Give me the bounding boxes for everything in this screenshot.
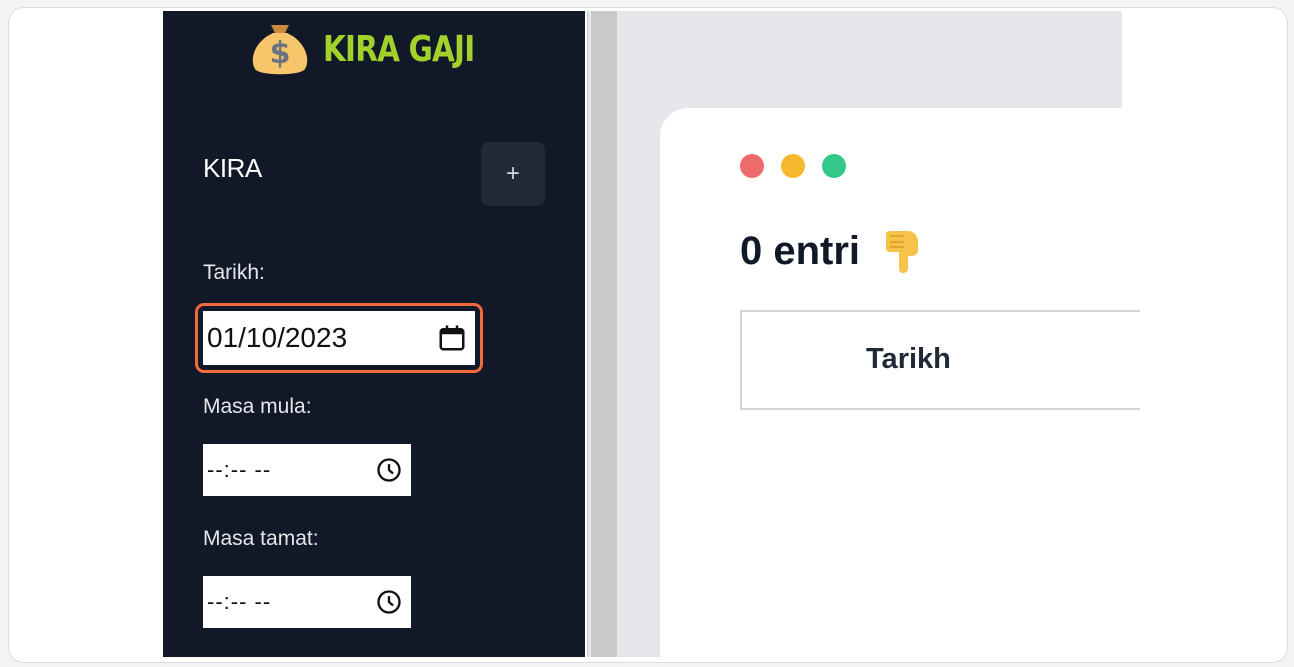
calendar-icon[interactable]	[437, 323, 467, 353]
date-label: Tarikh:	[203, 261, 265, 284]
start-time-value: --:-- --	[207, 457, 272, 482]
start-time-field[interactable]: --:-- --	[203, 444, 411, 496]
column-header-tarikh[interactable]: Tarikh	[866, 343, 951, 376]
window-dot-red	[740, 154, 764, 178]
date-value: 01/10/2023	[207, 322, 348, 353]
add-button[interactable]: +	[481, 142, 545, 206]
end-time-field[interactable]: --:-- --	[203, 576, 411, 628]
panel-divider[interactable]	[587, 11, 617, 657]
end-time-value: --:-- --	[207, 589, 272, 614]
date-field-focus-ring: 01/10/2023	[195, 303, 483, 373]
section-title: KIRA	[203, 153, 262, 183]
sidebar: $ KIRA GAJI KIRA + Tarikh: 01/10/2023 Ma…	[163, 11, 585, 657]
app-name: KIRA GAJI	[323, 28, 475, 70]
clock-icon[interactable]	[375, 456, 403, 484]
entry-count-text: 0 entri	[740, 228, 861, 273]
window-controls	[740, 154, 846, 178]
window-dot-green	[822, 154, 846, 178]
app-logo[interactable]: $ KIRA GAJI	[245, 21, 508, 77]
entry-count-heading: 0 entri	[740, 228, 924, 274]
svg-text:$: $	[270, 36, 291, 71]
pointing-down-hand-icon	[886, 231, 919, 273]
window-dot-yellow	[781, 154, 805, 178]
date-field[interactable]: 01/10/2023	[203, 311, 475, 365]
divider-edge	[588, 11, 591, 657]
entries-card: 0 entri Tarikh	[660, 108, 1140, 657]
start-time-label: Masa mula:	[203, 395, 312, 418]
clock-icon[interactable]	[375, 588, 403, 616]
money-bag-icon: $	[252, 25, 308, 75]
end-time-label: Masa tamat:	[203, 527, 319, 550]
entries-table-header: Tarikh	[740, 310, 1140, 410]
